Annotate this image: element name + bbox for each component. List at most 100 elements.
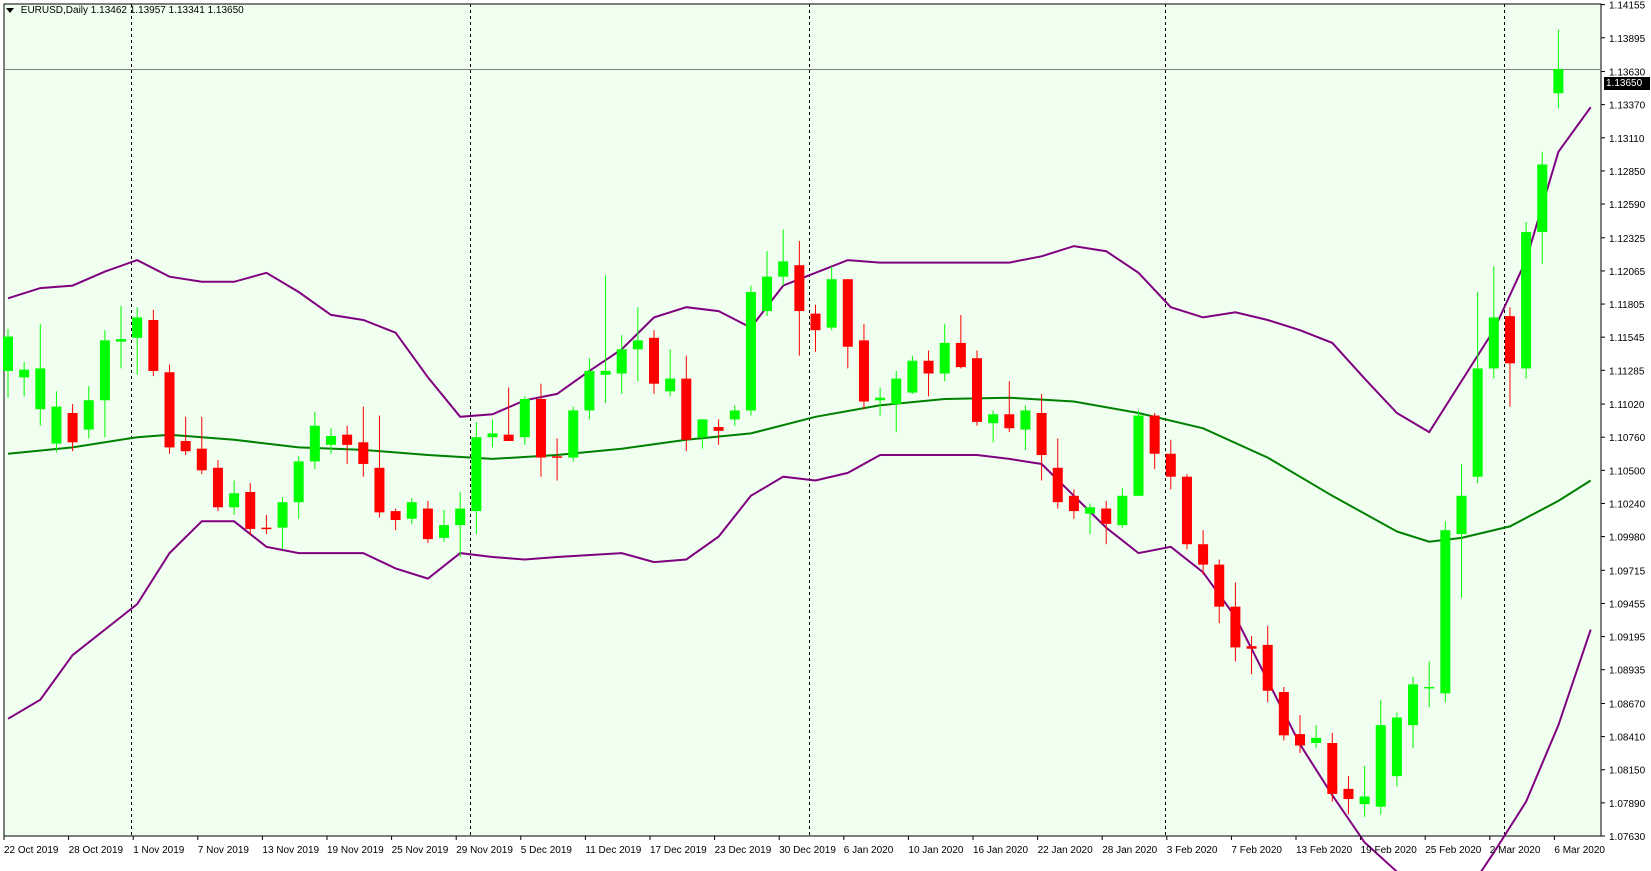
candle-bull [1424, 686, 1435, 689]
candle-bull [1408, 684, 1419, 726]
x-tick-label: 10 Jan 2020 [908, 845, 963, 856]
candle-bull [600, 370, 611, 375]
candle-bear [1052, 467, 1063, 503]
x-tick-label: 6 Mar 2020 [1554, 845, 1605, 856]
candle-bull [1440, 530, 1451, 694]
candle-bear [1504, 316, 1515, 364]
x-tick-label: 16 Jan 2020 [973, 845, 1028, 856]
candle-bull [568, 410, 579, 458]
candle-bear [649, 337, 659, 384]
candle-bear [858, 340, 869, 402]
y-tick-label: 1.10240 [1609, 499, 1646, 510]
candle-bull [1133, 415, 1144, 496]
candle-bear [1214, 564, 1225, 607]
y-tick-label: 1.07890 [1609, 799, 1646, 810]
candle-bull [83, 400, 94, 430]
candle-bear [810, 313, 821, 331]
candle-bull [729, 410, 740, 420]
y-tick-label: 1.13895 [1609, 34, 1646, 45]
x-tick-label: 28 Oct 2019 [69, 845, 124, 856]
candle-bull [875, 397, 886, 401]
x-tick-label: 7 Nov 2019 [198, 845, 250, 856]
x-tick-label: 3 Feb 2020 [1167, 845, 1218, 856]
y-tick-label: 1.11020 [1609, 400, 1645, 411]
candle-bull [1488, 317, 1499, 369]
candle-bull [1521, 232, 1532, 369]
y-tick-label: 1.12325 [1609, 234, 1646, 245]
y-tick-label: 1.09195 [1609, 633, 1646, 644]
x-tick-label: 1 Nov 2019 [133, 845, 185, 856]
candle-bear [1004, 414, 1015, 429]
x-tick-label: 22 Jan 2020 [1038, 845, 1093, 856]
x-tick-label: 25 Nov 2019 [392, 845, 449, 856]
x-tick-label: 28 Jan 2020 [1102, 845, 1157, 856]
chevron-down-icon[interactable] [6, 7, 14, 13]
y-tick-label: 1.08935 [1609, 666, 1646, 677]
candle-bull [487, 433, 498, 438]
candle-bull [762, 276, 773, 312]
y-tick-label: 1.08150 [1609, 766, 1646, 777]
x-tick-label: 7 Feb 2020 [1231, 845, 1282, 856]
candle-bull [35, 368, 46, 410]
y-tick-label: 1.11285 [1609, 366, 1645, 377]
candle-bear [1068, 495, 1079, 512]
candle-bear [955, 342, 966, 368]
candle-bull [1359, 796, 1370, 805]
x-tick-label: 6 Jan 2020 [844, 845, 894, 856]
candle-bull [1117, 495, 1128, 526]
chart-window[interactable]: 1.14155 1.13895 1.13630 1.13370 1.13110 1.128… [0, 0, 1651, 871]
candle-bull [697, 419, 708, 438]
candle-bear [1036, 412, 1047, 456]
x-tick-label: 13 Nov 2019 [262, 845, 319, 856]
y-tick-label: 1.11805 [1609, 300, 1645, 311]
candle-bull [632, 340, 643, 350]
candle-bear [374, 467, 385, 513]
candle-bear [164, 372, 175, 448]
candle-bear [1246, 646, 1257, 649]
candle-bull [326, 435, 336, 445]
x-tick-label: 5 Dec 2019 [521, 845, 573, 856]
candle-bear [1149, 415, 1160, 454]
candle-bull [406, 502, 417, 519]
candle-bull [826, 279, 837, 328]
candle-bull [229, 493, 240, 508]
x-tick-label: 25 Feb 2020 [1425, 845, 1482, 856]
candle-bull [616, 349, 627, 374]
candle-bull [988, 414, 999, 424]
candle-bull [132, 317, 143, 338]
candle-bull [939, 342, 950, 374]
x-tick-label: 11 Dec 2019 [585, 845, 641, 856]
x-tick-label: 29 Nov 2019 [456, 845, 513, 856]
candle-bull [584, 370, 595, 411]
current-price-tag: 1.13650 [1604, 77, 1650, 90]
y-tick-label: 1.07630 [1609, 832, 1646, 843]
y-tick-label: 1.08670 [1609, 699, 1646, 710]
price-chart[interactable]: 1.141551.138951.136301.133701.131101.128… [0, 0, 1651, 871]
candle-bull [1311, 737, 1322, 743]
y-tick-label: 1.12065 [1609, 267, 1646, 278]
candle-bear [535, 398, 546, 458]
candle-bear [1278, 692, 1289, 736]
symbol-header[interactable]: EURUSD,Daily 1.13462 1.13957 1.13341 1.1… [6, 5, 244, 16]
candle-bear [552, 456, 563, 458]
candle-bull [471, 437, 482, 512]
candle-bull [1085, 507, 1096, 514]
candle-bear [180, 441, 191, 452]
candle-bear [342, 434, 353, 445]
candle-bull [891, 378, 902, 405]
candle-bear [923, 360, 934, 374]
candle-bear [1165, 453, 1176, 477]
candle-bull [778, 261, 789, 277]
candle-bull [1472, 368, 1483, 477]
x-tick-label: 19 Feb 2020 [1361, 845, 1418, 856]
candle-bear [1295, 734, 1305, 746]
candle-bull [293, 461, 304, 503]
candle-bull [519, 398, 530, 438]
candle-bull [1375, 725, 1386, 807]
candle-bear [148, 319, 159, 371]
candle-bull [3, 336, 13, 371]
x-tick-label: 19 Nov 2019 [327, 845, 384, 856]
candle-bull [439, 525, 450, 538]
y-tick-label: 1.09715 [1609, 566, 1646, 577]
candle-bear [1327, 742, 1338, 794]
